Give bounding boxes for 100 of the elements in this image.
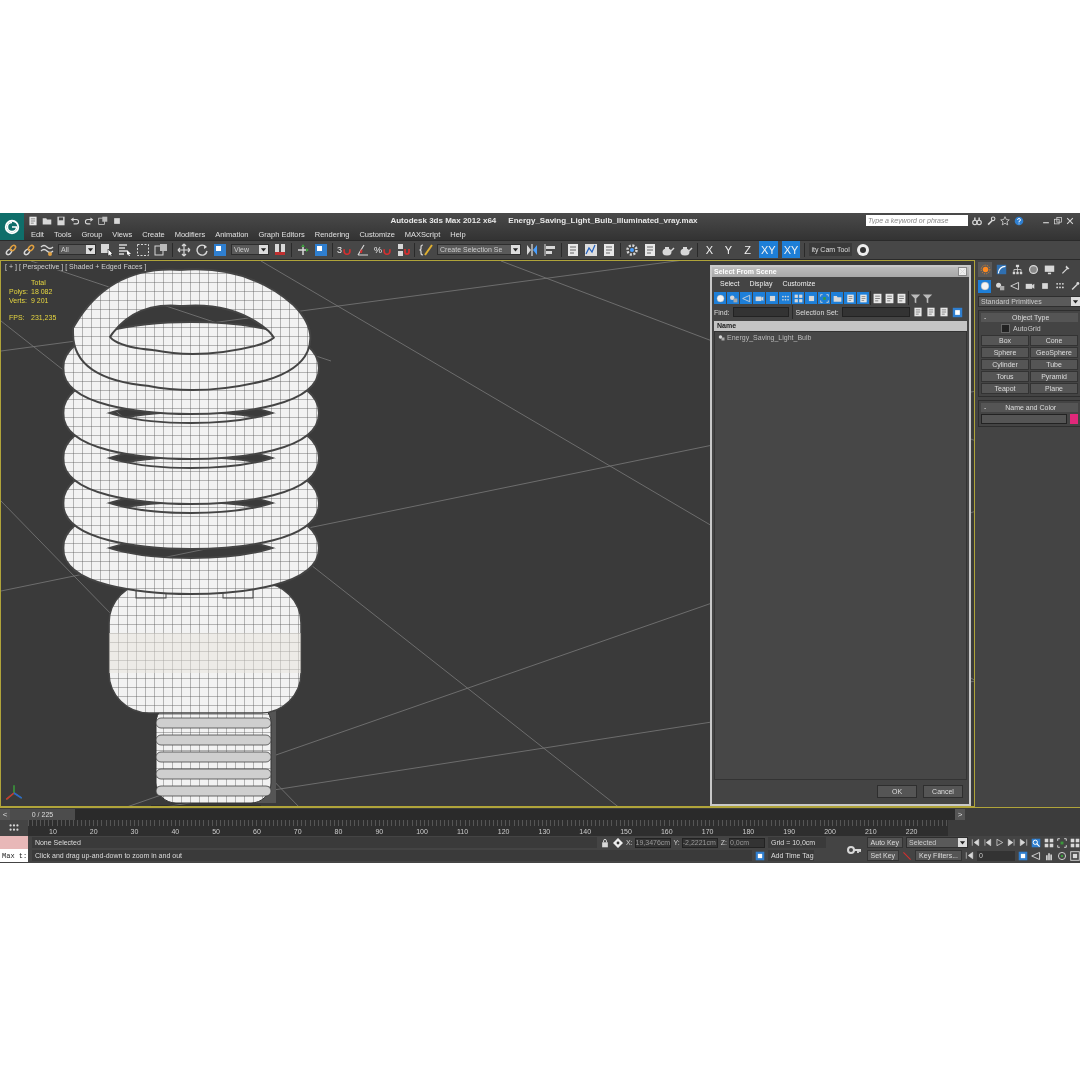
sun-icon — [979, 263, 991, 275]
folder-icon — [832, 293, 842, 303]
previous-key-icon[interactable] — [983, 838, 992, 848]
filter-toggle[interactable] — [740, 292, 752, 305]
document-icon[interactable] — [566, 243, 581, 257]
axis-constraint-button[interactable]: Y — [721, 241, 737, 259]
redo-icon[interactable] — [84, 215, 94, 226]
chart-icon[interactable] — [584, 243, 599, 257]
document-icon[interactable] — [643, 243, 658, 257]
color-swatch[interactable] — [1070, 413, 1078, 424]
binoculars-icon[interactable] — [972, 215, 982, 226]
go-to-start-icon[interactable] — [971, 838, 980, 848]
axis-constraint-button[interactable]: XY — [781, 241, 801, 259]
zoom-icon[interactable] — [1031, 837, 1041, 848]
squares-icon[interactable] — [98, 215, 108, 226]
filter-toggle[interactable] — [818, 292, 830, 305]
document-icon[interactable] — [896, 292, 907, 304]
filter-toggle[interactable] — [857, 292, 869, 305]
pivot-icon[interactable] — [273, 243, 287, 257]
category-button[interactable] — [1008, 279, 1021, 293]
filter-toggle[interactable] — [727, 292, 739, 305]
filter-toggle[interactable] — [766, 292, 778, 305]
squares-icon[interactable] — [154, 243, 168, 257]
shapes-icon — [994, 281, 1005, 292]
close-icon[interactable] — [958, 267, 967, 277]
spinner-snap-icon[interactable] — [396, 243, 411, 257]
funnel-icon[interactable] — [922, 292, 933, 304]
find-field[interactable] — [732, 307, 789, 318]
filter-toggle[interactable] — [831, 292, 843, 305]
name-field[interactable] — [981, 413, 1067, 424]
doc-icon — [845, 293, 855, 303]
edit-selection-icon[interactable] — [419, 243, 434, 257]
axis-constraint-button[interactable]: XY — [759, 241, 778, 259]
save-icon[interactable] — [56, 215, 66, 226]
document-icon[interactable] — [602, 243, 617, 257]
app-logo-icon[interactable] — [0, 213, 24, 240]
filter-toggle[interactable] — [792, 292, 804, 305]
undo-icon[interactable] — [70, 215, 80, 226]
grid-icon[interactable] — [1044, 837, 1054, 848]
cone-icon — [1009, 281, 1020, 292]
frame-icon[interactable] — [1057, 837, 1067, 848]
star-icon[interactable] — [1000, 215, 1010, 226]
shapes-icon — [728, 293, 738, 303]
rotate-icon[interactable] — [195, 243, 209, 257]
document-icon[interactable] — [884, 292, 895, 304]
square-icon — [1039, 281, 1050, 292]
filter-toggle[interactable] — [753, 292, 765, 305]
maximize-icon[interactable] — [1070, 850, 1080, 861]
align-icon[interactable] — [543, 243, 558, 257]
document-icon[interactable] — [938, 307, 949, 318]
field-of-view-icon[interactable] — [1031, 850, 1041, 861]
document-icon[interactable] — [925, 307, 936, 318]
scale-icon[interactable] — [213, 243, 227, 257]
select-cursor-icon[interactable] — [100, 243, 114, 257]
new-file-icon[interactable] — [28, 215, 38, 226]
listener-swatch[interactable] — [0, 836, 28, 850]
mirror-icon[interactable] — [525, 243, 540, 257]
grid-icon[interactable] — [1070, 837, 1080, 848]
gear-icon[interactable] — [625, 243, 640, 257]
object-icon — [718, 333, 725, 341]
time-tag-icon[interactable] — [754, 850, 765, 861]
go-to-end-icon[interactable] — [1019, 838, 1028, 848]
scale-icon[interactable] — [314, 243, 328, 257]
lock-icon[interactable] — [599, 837, 610, 848]
restore-icon[interactable] — [1054, 216, 1062, 225]
orbit-icon[interactable] — [1057, 850, 1067, 861]
filter-toggle[interactable] — [805, 292, 817, 305]
filter-toggle[interactable] — [714, 292, 726, 305]
move-icon[interactable] — [177, 243, 191, 257]
square-icon[interactable] — [112, 215, 122, 226]
chain-icon[interactable] — [22, 243, 36, 257]
angle-snap-icon[interactable] — [356, 243, 370, 257]
disc-icon[interactable] — [855, 243, 870, 257]
wave-icon[interactable] — [40, 243, 54, 257]
grid4-icon — [793, 293, 803, 303]
checkbox[interactable] — [1001, 323, 1010, 333]
previous-frame-button[interactable]: < — [0, 808, 10, 820]
dashed-square-icon[interactable] — [136, 243, 150, 257]
wrench-icon[interactable] — [986, 215, 996, 226]
next-key-icon[interactable] — [1007, 838, 1016, 848]
category-button[interactable] — [978, 279, 991, 293]
chain-icon[interactable] — [4, 243, 18, 257]
play-icon[interactable] — [995, 838, 1004, 848]
axis-constraint-button[interactable]: X — [702, 241, 718, 259]
axis-constraint-button[interactable]: Z — [740, 241, 756, 259]
dots-icon — [780, 293, 790, 303]
caret-icon — [511, 245, 521, 255]
document-icon[interactable] — [872, 292, 883, 304]
funnel-icon[interactable] — [910, 292, 921, 304]
snap-toggle[interactable]: 3 — [337, 245, 352, 255]
percent-snap-toggle[interactable]: % — [374, 245, 393, 255]
help-icon[interactable] — [1014, 215, 1024, 226]
list-cursor-icon[interactable] — [118, 243, 132, 257]
cross-arrows-icon[interactable] — [296, 243, 310, 257]
panel-tab[interactable] — [978, 261, 992, 277]
filter-toggle[interactable] — [779, 292, 791, 305]
filter-toggle[interactable] — [844, 292, 856, 305]
folder-icon[interactable] — [42, 215, 52, 226]
document-icon[interactable] — [912, 307, 923, 318]
next-frame-button[interactable]: > — [955, 808, 965, 820]
